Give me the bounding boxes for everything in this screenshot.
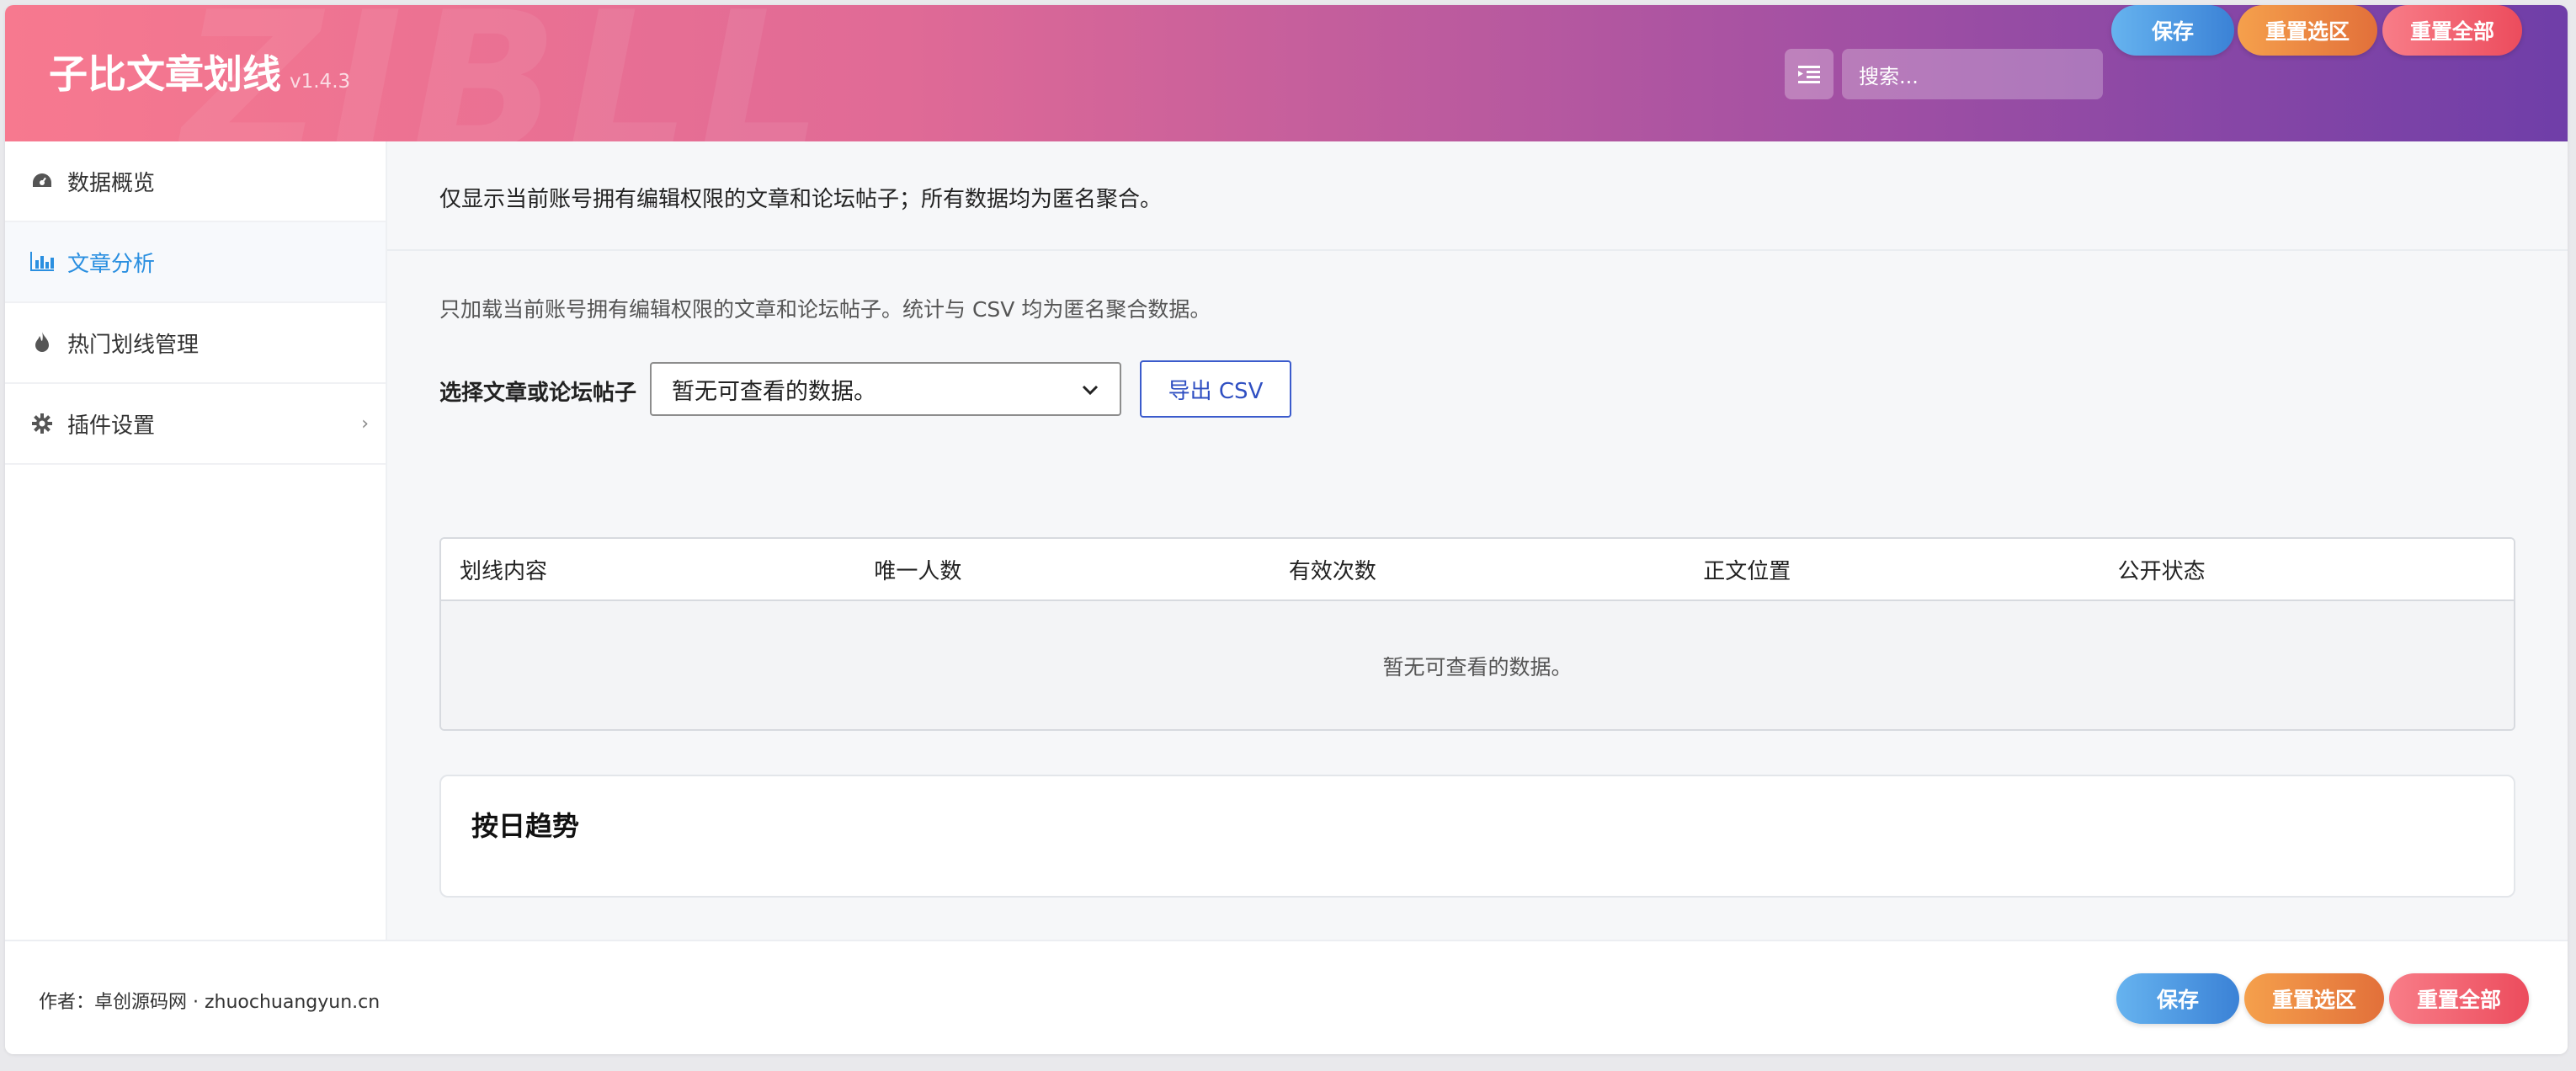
menu-toggle-button[interactable]: [1785, 49, 1834, 99]
app-title-text: 子比文章划线: [49, 51, 281, 97]
list-indent-icon: [1798, 66, 1820, 83]
gear-icon: [30, 412, 54, 435]
notice-bar: 仅显示当前账号拥有编辑权限的文章和论坛帖子；所有数据均为匿名聚合。: [387, 141, 2568, 251]
table-empty-state: 暂无可查看的数据。: [441, 601, 2514, 729]
sidebar-item-overview[interactable]: 数据概览: [5, 141, 386, 222]
sidebar-item-article-analysis[interactable]: 文章分析: [5, 222, 386, 303]
app-window: ZIBLL 子比文章划线 v1.4.3 搜索... 保存 重置选区 重置全部 数据…: [5, 5, 2568, 1054]
daily-trend-title: 按日趋势: [471, 810, 580, 842]
bar-chart-icon: [30, 250, 54, 274]
daily-trend-card: 按日趋势: [439, 775, 2515, 898]
description-text: 只加载当前账号拥有编辑权限的文章和论坛帖子。统计与 CSV 均为匿名聚合数据。: [439, 297, 1211, 322]
sidebar: 数据概览 文章分析 热门划线管理 插件设置 ›: [5, 141, 387, 940]
column-header[interactable]: 划线内容: [441, 554, 855, 585]
dashboard-icon: [30, 169, 54, 193]
column-header[interactable]: 有效次数: [1270, 554, 1685, 585]
sidebar-item-label: 插件设置: [67, 413, 156, 439]
sidebar-item-label: 文章分析: [67, 251, 156, 277]
main-content: 仅显示当前账号拥有编辑权限的文章和论坛帖子；所有数据均为匿名聚合。 只加载当前账…: [387, 141, 2568, 940]
footer-reset-all-button[interactable]: 重置全部: [2389, 973, 2529, 1024]
header-save-button[interactable]: 保存: [2111, 5, 2234, 56]
chevron-down-icon: [1082, 385, 1099, 396]
column-header[interactable]: 公开状态: [2100, 554, 2514, 585]
author-credit: 作者：卓创源码网 · zhuochuangyun.cn: [39, 992, 381, 1013]
header-reset-section-button[interactable]: 重置选区: [2238, 5, 2377, 56]
table-header: 划线内容 唯一人数 有效次数 正文位置 公开状态: [441, 539, 2514, 601]
app-title: 子比文章划线 v1.4.3: [49, 44, 350, 99]
sidebar-item-label: 数据概览: [67, 170, 156, 196]
column-header[interactable]: 唯一人数: [855, 554, 1269, 585]
article-select-value: 暂无可查看的数据。: [672, 378, 876, 405]
chevron-right-icon: ›: [361, 413, 369, 434]
footer-reset-section-button[interactable]: 重置选区: [2244, 973, 2384, 1024]
search-input[interactable]: 搜索...: [1842, 49, 2103, 99]
header-reset-all-button[interactable]: 重置全部: [2382, 5, 2522, 56]
export-csv-button[interactable]: 导出 CSV: [1140, 360, 1291, 418]
notice-text: 仅显示当前账号拥有编辑权限的文章和论坛帖子；所有数据均为匿名聚合。: [439, 187, 1163, 212]
header-bar: ZIBLL 子比文章划线 v1.4.3 搜索... 保存 重置选区 重置全部: [5, 5, 2568, 141]
column-header[interactable]: 正文位置: [1685, 554, 2099, 585]
sidebar-item-hot-highlights[interactable]: 热门划线管理: [5, 303, 386, 384]
sidebar-item-label: 热门划线管理: [67, 332, 200, 358]
article-select[interactable]: 暂无可查看的数据。: [650, 362, 1121, 416]
select-label: 选择文章或论坛帖子: [439, 381, 637, 406]
highlights-table: 划线内容 唯一人数 有效次数 正文位置 公开状态 暂无可查看的数据。: [439, 537, 2515, 731]
footer-save-button[interactable]: 保存: [2116, 973, 2239, 1024]
sidebar-item-plugin-settings[interactable]: 插件设置 ›: [5, 384, 386, 465]
footer-bar: 作者：卓创源码网 · zhuochuangyun.cn 保存 重置选区 重置全部: [5, 940, 2568, 1054]
app-version: v1.4.3: [290, 71, 351, 93]
fire-icon: [30, 331, 54, 354]
